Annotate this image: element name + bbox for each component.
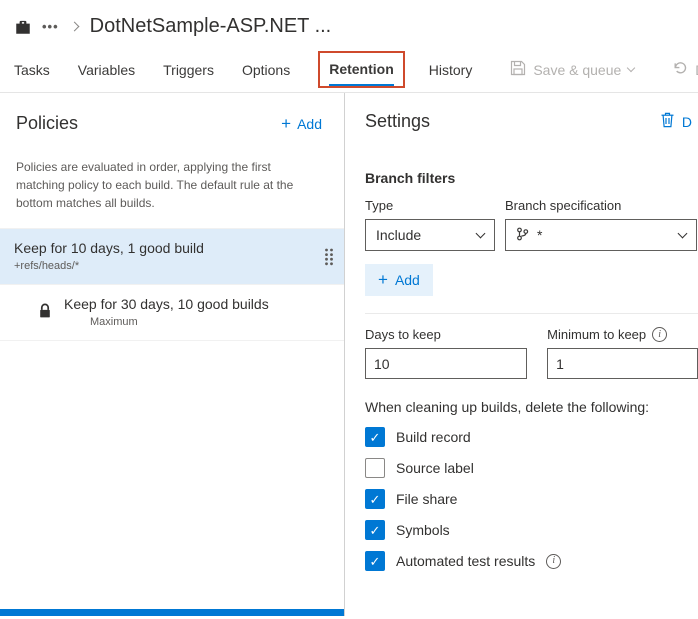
checkbox-label: File share: [396, 491, 458, 507]
cleanup-option-file-share[interactable]: File share: [365, 489, 698, 509]
checkbox[interactable]: [365, 489, 385, 509]
drag-handle-icon[interactable]: [324, 248, 334, 266]
cleanup-option-build-record[interactable]: Build record: [365, 427, 698, 447]
cleanup-heading: When cleaning up builds, delete the foll…: [365, 399, 650, 415]
undo-icon: [672, 60, 688, 79]
tab-options[interactable]: Options: [242, 62, 290, 78]
cleanup-option-automated-test-results[interactable]: Automated test results: [365, 551, 698, 571]
checkbox-label: Source label: [396, 460, 474, 476]
checkbox[interactable]: [365, 520, 385, 540]
policies-panel: Policies Add Policies are evaluated in o…: [0, 93, 345, 616]
settings-header: Settings D: [365, 111, 698, 132]
checkbox[interactable]: [365, 458, 385, 478]
chevron-down-icon: [475, 228, 486, 239]
chevron-right-icon: [69, 21, 80, 32]
save-icon: [510, 60, 526, 79]
breadcrumb-ellipsis-menu[interactable]: •••: [42, 19, 59, 34]
pipeline-tab-bar: Tasks Variables Triggers Options Retenti…: [0, 47, 698, 93]
cleanup-options: Build record Source label File share Sym…: [365, 427, 698, 571]
type-value: Include: [376, 227, 422, 243]
cleanup-option-symbols[interactable]: Symbols: [365, 520, 698, 540]
toolbar-actions: Save & queue Discard ···: [504, 59, 698, 80]
minimum-to-keep-label: Minimum to keep: [547, 327, 647, 342]
tab-history[interactable]: History: [429, 62, 473, 78]
info-icon[interactable]: [652, 327, 668, 342]
plus-icon: [281, 115, 291, 132]
chevron-down-icon: [677, 228, 688, 239]
policy-item-keep-10-days[interactable]: Keep for 10 days, 1 good build +refs/hea…: [0, 229, 344, 285]
page-title: DotNetSample-ASP.NET ...: [89, 15, 332, 37]
top-header: ••• DotNetSample-ASP.NET ...: [0, 0, 698, 47]
discard-button[interactable]: Discard: [666, 59, 698, 80]
tab-tasks[interactable]: Tasks: [14, 62, 50, 78]
policy-title: Keep for 30 days, 10 good builds: [64, 296, 269, 312]
branch-spec-dropdown[interactable]: *: [505, 219, 697, 251]
plus-icon: [378, 271, 388, 288]
branch-icon: [516, 227, 529, 244]
add-branch-filter-button[interactable]: Add: [365, 264, 433, 296]
retention-highlight-box: Retention: [318, 51, 405, 88]
delete-label: D: [681, 113, 692, 130]
checkbox-label: Automated test results: [396, 553, 536, 569]
policy-list: Keep for 10 days, 1 good build +refs/hea…: [0, 228, 344, 341]
project-icon[interactable]: [14, 18, 32, 36]
tab-triggers[interactable]: Triggers: [163, 62, 214, 78]
policies-description: Policies are evaluated in order, applyin…: [16, 160, 294, 210]
add-policy-button[interactable]: Add: [275, 114, 328, 133]
minimum-to-keep-input[interactable]: [547, 348, 698, 379]
settings-title: Settings: [365, 111, 431, 131]
cleanup-option-source-label[interactable]: Source label: [365, 458, 698, 478]
save-and-queue-button[interactable]: Save & queue: [504, 59, 640, 80]
save-and-queue-label: Save & queue: [533, 61, 622, 78]
tab-variables[interactable]: Variables: [78, 62, 135, 78]
policy-subtitle: Maximum: [90, 316, 138, 328]
branch-spec-value: *: [537, 227, 543, 243]
type-dropdown[interactable]: Include: [365, 219, 495, 251]
checkbox-label: Symbols: [396, 522, 450, 538]
branch-filters-heading: Branch filters: [365, 170, 456, 186]
policy-subtitle: +refs/heads/*: [14, 260, 80, 272]
branch-spec-label: Branch specification: [505, 198, 622, 213]
policies-header: Policies Add: [0, 93, 344, 146]
type-label: Type: [365, 198, 394, 213]
keep-settings-row: Days to keep Minimum to keep: [365, 327, 698, 379]
info-icon[interactable]: [546, 553, 562, 569]
bottom-blue-bar: [0, 609, 344, 616]
policy-item-maximum[interactable]: Keep for 30 days, 10 good builds Maximum: [0, 285, 344, 341]
tab-retention[interactable]: Retention: [329, 61, 394, 86]
lock-icon: [38, 303, 52, 322]
section-divider: [365, 313, 698, 314]
checkbox-label: Build record: [396, 429, 471, 445]
checkbox[interactable]: [365, 427, 385, 447]
settings-panel: Settings D Branch filters Type Include B…: [345, 93, 698, 616]
delete-policy-button[interactable]: D: [654, 111, 698, 132]
days-to-keep-label: Days to keep: [365, 327, 441, 342]
policy-title: Keep for 10 days, 1 good build: [14, 240, 204, 256]
chevron-down-icon: [627, 63, 636, 73]
checkbox[interactable]: [365, 551, 385, 571]
branch-filter-row: Type Include Branch specification *: [365, 198, 698, 251]
days-to-keep-input[interactable]: [365, 348, 528, 379]
policies-title: Policies: [16, 113, 79, 133]
trash-icon: [660, 112, 675, 131]
add-policy-label: Add: [297, 115, 322, 132]
add-branch-filter-label: Add: [394, 271, 420, 288]
content-area: Policies Add Policies are evaluated in o…: [0, 93, 698, 616]
